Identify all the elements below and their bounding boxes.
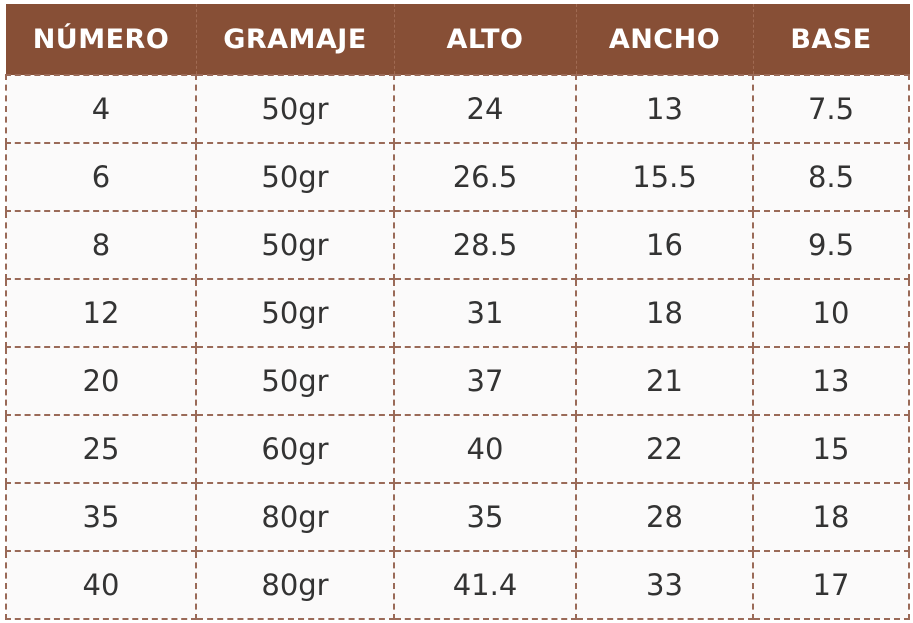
table-row: 20 50gr 37 21 13 (5, 346, 910, 416)
cell-gramaje: 50gr (195, 210, 395, 280)
cell-gramaje: 50gr (195, 278, 395, 348)
cell-gramaje: 80gr (195, 482, 395, 552)
header-ancho: ANCHO (575, 4, 754, 75)
cell-numero: 40 (5, 550, 197, 620)
header-row: NÚMERO GRAMAJE ALTO ANCHO BASE (5, 4, 910, 75)
cell-numero: 25 (5, 414, 197, 484)
cell-base: 8.5 (752, 142, 910, 212)
header-numero: NÚMERO (5, 4, 197, 75)
cell-ancho: 21 (575, 346, 754, 416)
cell-alto: 31 (393, 278, 577, 348)
table-row: 8 50gr 28.5 16 9.5 (5, 210, 910, 280)
cell-alto: 26.5 (393, 142, 577, 212)
cell-numero: 8 (5, 210, 197, 280)
cell-numero: 20 (5, 346, 197, 416)
cell-alto: 41.4 (393, 550, 577, 620)
cell-ancho: 13 (575, 74, 754, 144)
cell-alto: 24 (393, 74, 577, 144)
cell-ancho: 22 (575, 414, 754, 484)
size-table-container: NÚMERO GRAMAJE ALTO ANCHO BASE 4 50gr 24… (5, 4, 910, 620)
cell-base: 18 (752, 482, 910, 552)
cell-gramaje: 50gr (195, 74, 395, 144)
cell-alto: 40 (393, 414, 577, 484)
table-row: 12 50gr 31 18 10 (5, 278, 910, 348)
cell-gramaje: 60gr (195, 414, 395, 484)
cell-base: 9.5 (752, 210, 910, 280)
cell-numero: 35 (5, 482, 197, 552)
cell-gramaje: 50gr (195, 142, 395, 212)
table-row: 6 50gr 26.5 15.5 8.5 (5, 142, 910, 212)
table-row: 4 50gr 24 13 7.5 (5, 74, 910, 144)
cell-gramaje: 50gr (195, 346, 395, 416)
cell-alto: 28.5 (393, 210, 577, 280)
cell-base: 13 (752, 346, 910, 416)
table-body: 4 50gr 24 13 7.5 6 50gr 26.5 15.5 8.5 8 … (5, 74, 910, 620)
header-alto: ALTO (393, 4, 577, 75)
table-row: 35 80gr 35 28 18 (5, 482, 910, 552)
cell-ancho: 33 (575, 550, 754, 620)
table-row: 25 60gr 40 22 15 (5, 414, 910, 484)
cell-base: 17 (752, 550, 910, 620)
table-header: NÚMERO GRAMAJE ALTO ANCHO BASE (5, 4, 910, 75)
cell-alto: 35 (393, 482, 577, 552)
table-row: 40 80gr 41.4 33 17 (5, 550, 910, 620)
header-base: BASE (752, 4, 910, 75)
cell-numero: 6 (5, 142, 197, 212)
cell-base: 10 (752, 278, 910, 348)
cell-ancho: 15.5 (575, 142, 754, 212)
cell-numero: 4 (5, 74, 197, 144)
cell-ancho: 16 (575, 210, 754, 280)
size-table: NÚMERO GRAMAJE ALTO ANCHO BASE 4 50gr 24… (5, 4, 910, 620)
cell-alto: 37 (393, 346, 577, 416)
cell-base: 15 (752, 414, 910, 484)
cell-ancho: 28 (575, 482, 754, 552)
cell-ancho: 18 (575, 278, 754, 348)
cell-base: 7.5 (752, 74, 910, 144)
cell-numero: 12 (5, 278, 197, 348)
cell-gramaje: 80gr (195, 550, 395, 620)
header-gramaje: GRAMAJE (195, 4, 395, 75)
